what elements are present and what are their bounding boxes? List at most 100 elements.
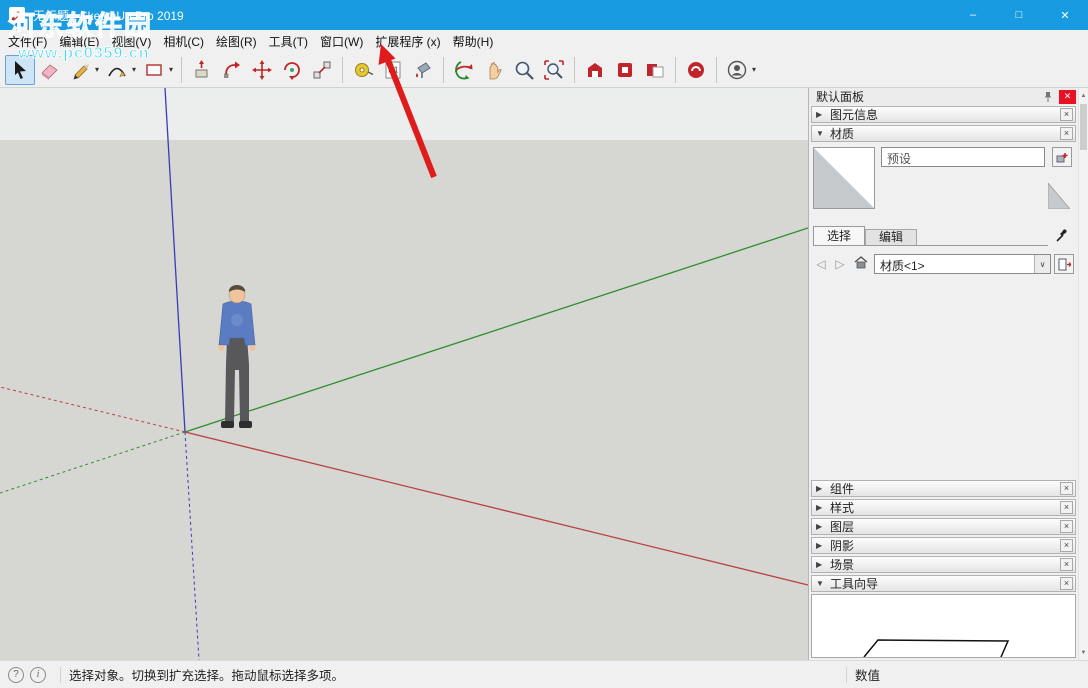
measurements-input[interactable] (880, 665, 1080, 685)
secondary-pane-icon (1058, 258, 1071, 271)
material-name-field[interactable]: 预设 (881, 147, 1045, 167)
tape-measure-tool-button[interactable] (348, 55, 378, 85)
zoom-extents-tool-button[interactable] (539, 55, 569, 85)
select-tool-button[interactable] (5, 55, 35, 85)
3d-viewport[interactable] (0, 88, 808, 660)
account-button[interactable] (722, 55, 752, 85)
back-arrow-icon[interactable]: ◁ (813, 257, 829, 271)
section-shadows[interactable]: ▶ 阴影 × (811, 537, 1076, 554)
forward-arrow-icon[interactable]: ▷ (832, 257, 848, 271)
section-components-close[interactable]: × (1060, 482, 1073, 495)
panel-scrollbar[interactable]: ▲ ▼ (1078, 88, 1088, 660)
extension-warehouse-button[interactable] (610, 55, 640, 85)
chevron-right-icon[interactable]: ▶ (816, 110, 825, 119)
chevron-right-icon[interactable]: ▶ (816, 503, 825, 512)
section-scenes[interactable]: ▶ 场景 × (811, 556, 1076, 573)
secondary-pane-button[interactable] (1054, 254, 1074, 274)
section-styles-close[interactable]: × (1060, 501, 1073, 514)
tape-measure-icon (352, 59, 374, 81)
pan-tool-button[interactable] (479, 55, 509, 85)
tab-select[interactable]: 选择 (813, 226, 865, 245)
scale-tool-button[interactable] (307, 55, 337, 85)
section-components[interactable]: ▶ 组件 × (811, 480, 1076, 497)
menu-edit[interactable]: 编辑(E) (53, 30, 105, 53)
zoom-tool-button[interactable] (509, 55, 539, 85)
section-layers-close[interactable]: × (1060, 520, 1073, 533)
tab-edit[interactable]: 编辑 (865, 229, 917, 245)
text-tool-button[interactable]: A1 (378, 55, 408, 85)
section-layers[interactable]: ▶ 图层 × (811, 518, 1076, 535)
eraser-tool-button[interactable] (35, 55, 65, 85)
menu-help[interactable]: 帮助(H) (447, 30, 500, 53)
chevron-right-icon[interactable]: ▶ (816, 560, 825, 569)
styles-share-button[interactable] (681, 55, 711, 85)
info-icon[interactable]: i (30, 667, 46, 683)
chevron-down-icon[interactable]: ▼ (816, 129, 825, 138)
scrollbar-thumb[interactable] (1080, 104, 1087, 150)
minimize-button[interactable]: – (950, 0, 996, 30)
move-tool-button[interactable] (247, 55, 277, 85)
materials-list-area[interactable] (813, 279, 1074, 477)
material-collection-value: 材质<1> (875, 255, 1034, 273)
menu-extensions[interactable]: 扩展程序 (x) (369, 30, 446, 53)
maximize-button[interactable]: □ (996, 0, 1042, 30)
sky (0, 88, 808, 140)
menu-file[interactable]: 文件(F) (2, 30, 53, 53)
help-icon[interactable]: ? (8, 667, 24, 683)
line-tool-dropdown-icon[interactable]: ▾ (95, 65, 99, 74)
eyedropper-icon (1055, 228, 1070, 243)
arc-tool-button[interactable] (102, 55, 132, 85)
default-tray-panel: 默认面板 ✕ ▶ 图元信息 × ▼ 材质 × (808, 88, 1078, 660)
menu-draw[interactable]: 绘图(R) (210, 30, 263, 53)
account-dropdown-icon[interactable]: ▾ (752, 65, 756, 74)
tray-header[interactable]: 默认面板 ✕ (809, 88, 1078, 105)
chevron-down-icon[interactable]: ▼ (816, 579, 825, 588)
send-to-layout-button[interactable] (640, 55, 670, 85)
scale-icon (311, 59, 333, 81)
paint-bucket-icon (412, 59, 434, 81)
menu-tools[interactable]: 工具(T) (263, 30, 314, 53)
section-materials-label: 材质 (830, 125, 854, 142)
pin-icon[interactable] (1041, 90, 1055, 104)
rectangle-tool-dropdown-icon[interactable]: ▾ (169, 65, 173, 74)
paint-bucket-tool-button[interactable] (408, 55, 438, 85)
menu-view[interactable]: 视图(V) (105, 30, 157, 53)
3d-warehouse-button[interactable] (580, 55, 610, 85)
chevron-right-icon[interactable]: ▶ (816, 541, 825, 550)
status-bar: ? i 选择对象。切换到扩充选择。拖动鼠标选择多项。 数值 (0, 660, 1088, 688)
menu-window[interactable]: 窗口(W) (314, 30, 369, 53)
section-entity-info[interactable]: ▶ 图元信息 × (811, 106, 1076, 123)
offset-icon (221, 59, 243, 81)
toolbar-separator (443, 57, 444, 83)
in-model-button[interactable] (851, 256, 871, 272)
create-material-button[interactable] (1052, 147, 1072, 167)
arc-tool-dropdown-icon[interactable]: ▾ (132, 65, 136, 74)
material-collection-dropdown[interactable]: 材质<1> ∨ (874, 254, 1051, 274)
combo-chevron-icon[interactable]: ∨ (1034, 255, 1050, 273)
scroll-down-button[interactable]: ▼ (1079, 645, 1088, 660)
rotate-tool-button[interactable] (277, 55, 307, 85)
scroll-up-button[interactable]: ▲ (1079, 88, 1088, 103)
section-scenes-close[interactable]: × (1060, 558, 1073, 571)
chevron-right-icon[interactable]: ▶ (816, 522, 825, 531)
section-instructor-close[interactable]: × (1060, 577, 1073, 590)
orbit-tool-button[interactable] (449, 55, 479, 85)
section-instructor[interactable]: ▼ 工具向导 × (811, 575, 1076, 592)
sample-paint-button[interactable] (1052, 225, 1072, 245)
section-materials[interactable]: ▼ 材质 × (811, 125, 1076, 142)
section-materials-close[interactable]: × (1060, 127, 1073, 140)
close-button[interactable]: ✕ (1042, 0, 1088, 30)
ground (0, 140, 808, 660)
section-shadows-close[interactable]: × (1060, 539, 1073, 552)
menu-camera[interactable]: 相机(C) (157, 30, 210, 53)
pushpull-tool-button[interactable] (187, 55, 217, 85)
line-tool-button[interactable] (65, 55, 95, 85)
chevron-right-icon[interactable]: ▶ (816, 484, 825, 493)
tray-close-button[interactable]: ✕ (1059, 90, 1076, 104)
section-styles[interactable]: ▶ 样式 × (811, 499, 1076, 516)
rectangle-tool-button[interactable] (139, 55, 169, 85)
materials-panel: 预设 选择 编辑 (811, 143, 1076, 479)
hand-icon (483, 59, 505, 81)
offset-tool-button[interactable] (217, 55, 247, 85)
section-entity-info-close[interactable]: × (1060, 108, 1073, 121)
